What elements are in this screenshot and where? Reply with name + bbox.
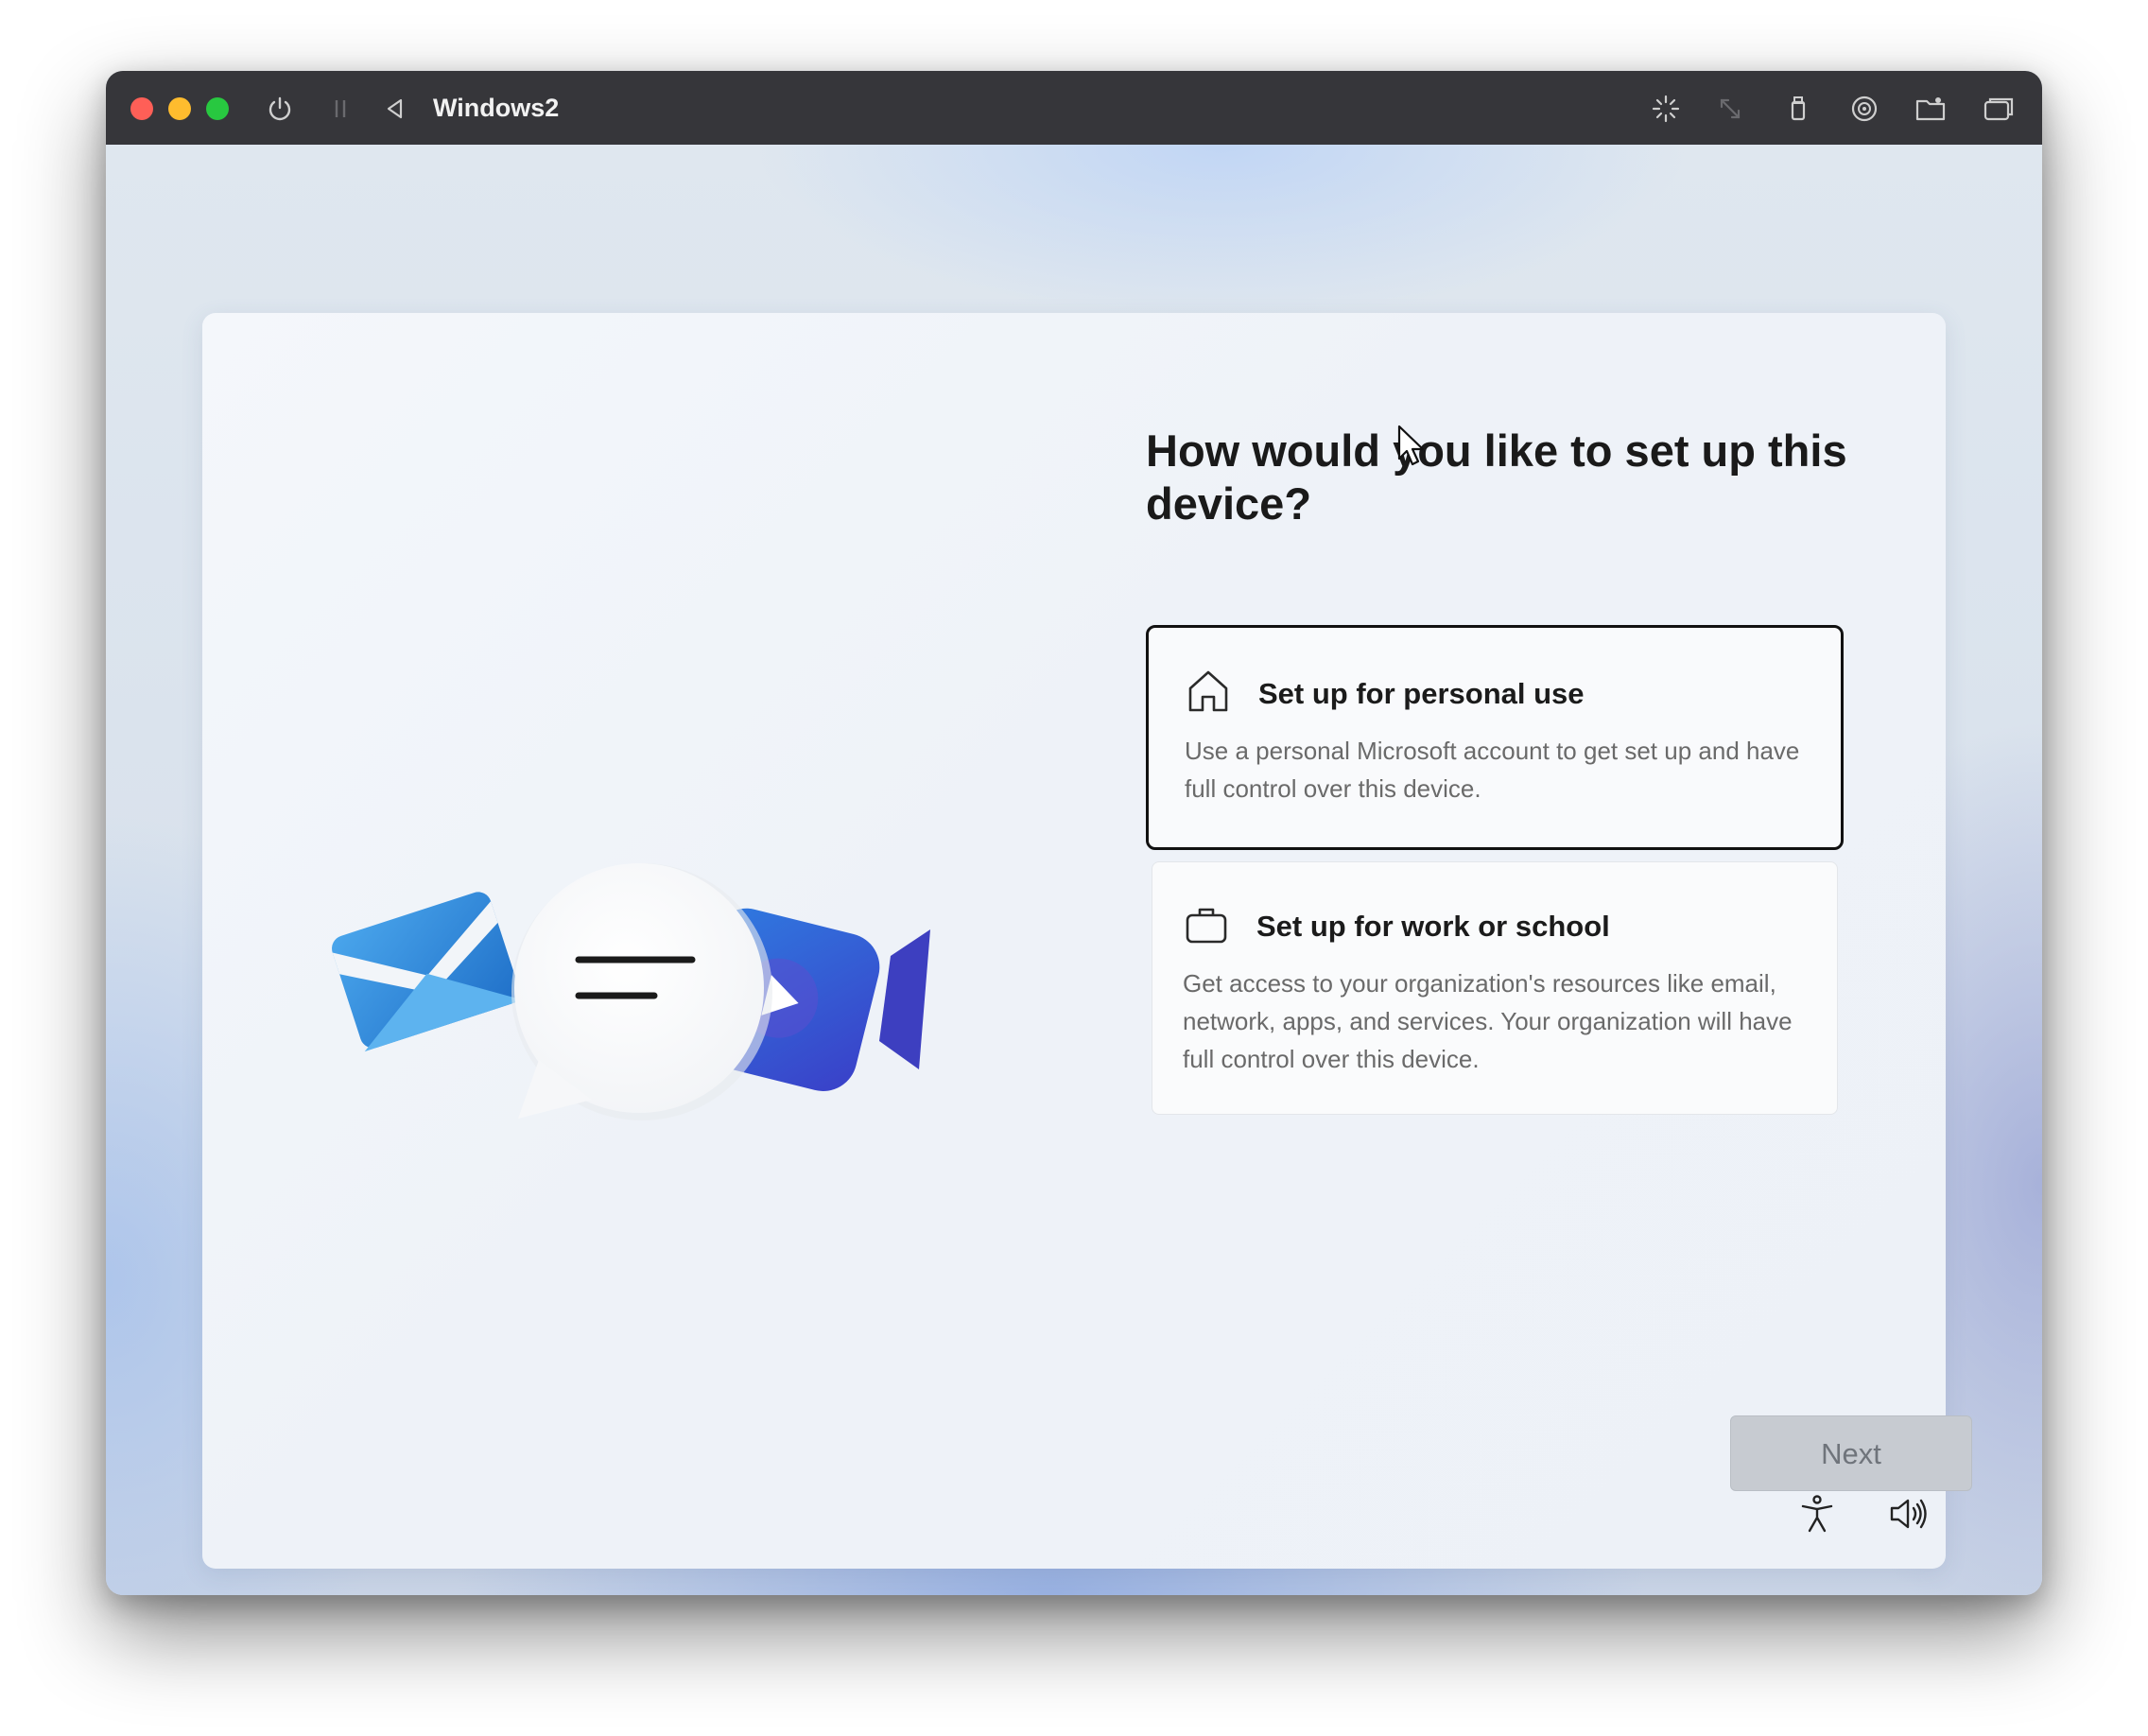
briefcase-icon — [1183, 902, 1230, 949]
page-title: How would you like to set up this device… — [1146, 425, 1847, 529]
option-title: Set up for personal use — [1258, 677, 1585, 710]
option-description: Use a personal Microsoft account to get … — [1185, 737, 1800, 803]
volume-icon[interactable] — [1887, 1493, 1929, 1535]
accessibility-icon[interactable] — [1796, 1493, 1838, 1535]
usb-icon[interactable] — [1781, 92, 1815, 126]
mail-icon — [332, 892, 524, 1052]
desktop: Windows2 How would you like to set up th… — [0, 0, 2148, 1736]
apps-illustration — [325, 852, 949, 1136]
power-icon[interactable] — [263, 92, 297, 126]
option-description: Get access to your organization's resour… — [1183, 969, 1793, 1073]
display-icon[interactable] — [1982, 92, 2016, 126]
chat-bubble-icon — [511, 863, 772, 1120]
mouse-cursor-icon — [1397, 425, 1428, 470]
vm-screen: How would you like to set up this device… — [106, 145, 2042, 1595]
minimize-window-button[interactable] — [168, 97, 191, 120]
vm-window: Windows2 How would you like to set up th… — [106, 71, 2042, 1595]
shared-folder-icon[interactable] — [1914, 92, 1948, 126]
pause-icon[interactable] — [323, 92, 357, 126]
option-title: Set up for work or school — [1256, 910, 1610, 943]
back-icon[interactable] — [378, 92, 412, 126]
illustration-graphic — [332, 863, 930, 1120]
next-button[interactable]: Next — [1730, 1415, 1972, 1491]
zoom-window-button[interactable] — [206, 97, 229, 120]
option-personal-use[interactable]: Set up for personal use Use a personal M… — [1146, 625, 1844, 850]
close-window-button[interactable] — [130, 97, 153, 120]
brightness-icon[interactable] — [1649, 92, 1683, 126]
resize-icon[interactable] — [1713, 92, 1747, 126]
home-icon — [1185, 668, 1232, 715]
option-work-school[interactable]: Set up for work or school Get access to … — [1152, 861, 1838, 1115]
titlebar: Windows2 — [106, 71, 2042, 146]
disc-icon[interactable] — [1847, 92, 1881, 126]
oobe-card: How would you like to set up this device… — [202, 313, 1972, 1569]
window-title: Windows2 — [433, 94, 560, 122]
